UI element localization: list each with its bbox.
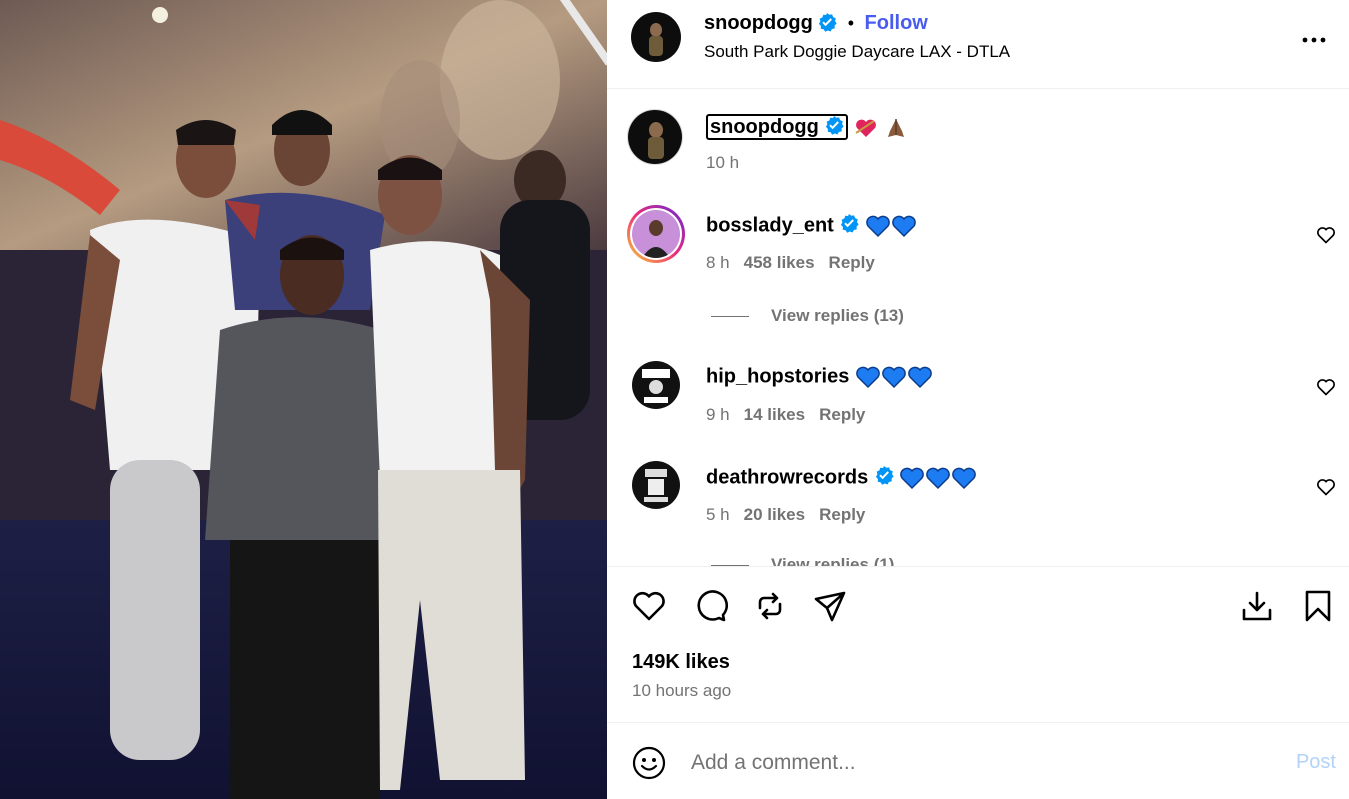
comment-likes[interactable]: 14 likes [744,405,805,424]
verified-badge-icon [874,465,894,491]
reply-button[interactable]: Reply [819,505,865,524]
comment-line: deathrowrecords [706,465,977,491]
follow-button[interactable]: Follow [865,12,928,34]
like-comment-heart-icon[interactable] [1316,377,1336,397]
heart-with-arrow-emoji-icon [854,116,878,138]
emoji-icon[interactable] [632,746,666,780]
caption-username-text: snoopdogg [710,116,819,139]
post-photo[interactable] [0,0,607,799]
comment-icon[interactable] [692,588,728,624]
blue-heart-emoji-icon [907,365,933,389]
action-bar [607,567,1349,647]
comment-avatar[interactable] [632,461,680,509]
verified-badge-icon [839,213,859,239]
comment-input[interactable] [691,745,1251,781]
comment-username[interactable]: hip_hopstories [706,365,849,387]
comment-time: 9 h [706,405,730,424]
separator-dot: • [847,13,855,33]
view-replies-label: View replies (1) [771,555,895,567]
post-comment-button[interactable]: Post [1296,751,1336,774]
reply-button[interactable]: Reply [819,405,865,424]
blue-heart-emoji-icon [891,214,917,238]
view-replies-button[interactable]: View replies (13) [711,306,904,326]
like-comment-heart-icon[interactable] [1316,225,1336,245]
share-icon[interactable] [812,588,848,624]
download-icon[interactable] [1239,588,1275,624]
author-username[interactable]: snoopdogg [704,12,813,34]
save-bookmark-icon[interactable] [1300,588,1336,624]
reply-button[interactable]: Reply [829,253,875,272]
verified-badge-icon [817,12,837,37]
caption-username[interactable]: snoopdogg [706,114,849,141]
replies-divider-line [711,316,749,318]
blue-heart-emoji-icon [865,214,891,238]
comment-meta: 8 h 458 likes Reply [706,253,875,273]
comment-time: 8 h [706,253,730,272]
comment-username[interactable]: bosslady_ent [706,214,834,236]
blue-heart-emoji-icon [881,365,907,389]
like-count[interactable]: 149K likes [632,651,730,674]
author-avatar[interactable] [631,12,681,62]
more-options-icon[interactable] [1301,26,1327,57]
caption-time: 10 h [706,153,740,172]
comment-line: hip_hopstories [706,365,933,389]
comment-likes[interactable]: 20 likes [744,505,805,524]
post-timestamp[interactable]: 10 hours ago [632,681,731,701]
comment-username[interactable]: deathrowrecords [706,466,868,488]
folded-hands-emoji-icon [884,116,908,138]
comment-avatar-story-ring[interactable] [627,205,685,263]
repost-icon[interactable] [752,588,788,624]
comment-likes[interactable]: 458 likes [744,253,815,272]
blue-heart-emoji-icon [925,466,951,490]
like-heart-icon[interactable] [631,588,667,624]
view-replies-label: View replies (13) [771,306,904,325]
blue-heart-emoji-icon [855,365,881,389]
replies-divider-line [711,565,749,566]
view-replies-button[interactable]: View replies (1) [711,555,895,567]
blue-heart-emoji-icon [899,466,925,490]
comment-composer: Post [607,722,1349,799]
comments-section[interactable]: snoopdogg 10 h bosslady_ent 8 h 458 likes… [607,89,1349,567]
post-header: snoopdogg • Follow South Park Doggie Day… [607,0,1349,89]
like-comment-heart-icon[interactable] [1316,477,1336,497]
author-line: snoopdogg • Follow [704,12,928,37]
comment-avatar[interactable] [632,361,680,409]
photo-illustration [0,0,607,799]
post-location[interactable]: South Park Doggie Daycare LAX - DTLA [704,42,1010,62]
post-details-panel: snoopdogg • Follow South Park Doggie Day… [607,0,1349,799]
comment-meta: 9 h 14 likes Reply [706,405,865,425]
verified-badge-icon [824,115,845,141]
caption-line: snoopdogg [706,114,908,141]
comment-time: 5 h [706,505,730,524]
comment-meta: 5 h 20 likes Reply [706,505,865,525]
caption-avatar[interactable] [627,109,683,165]
comment-line: bosslady_ent [706,213,917,239]
blue-heart-emoji-icon [951,466,977,490]
